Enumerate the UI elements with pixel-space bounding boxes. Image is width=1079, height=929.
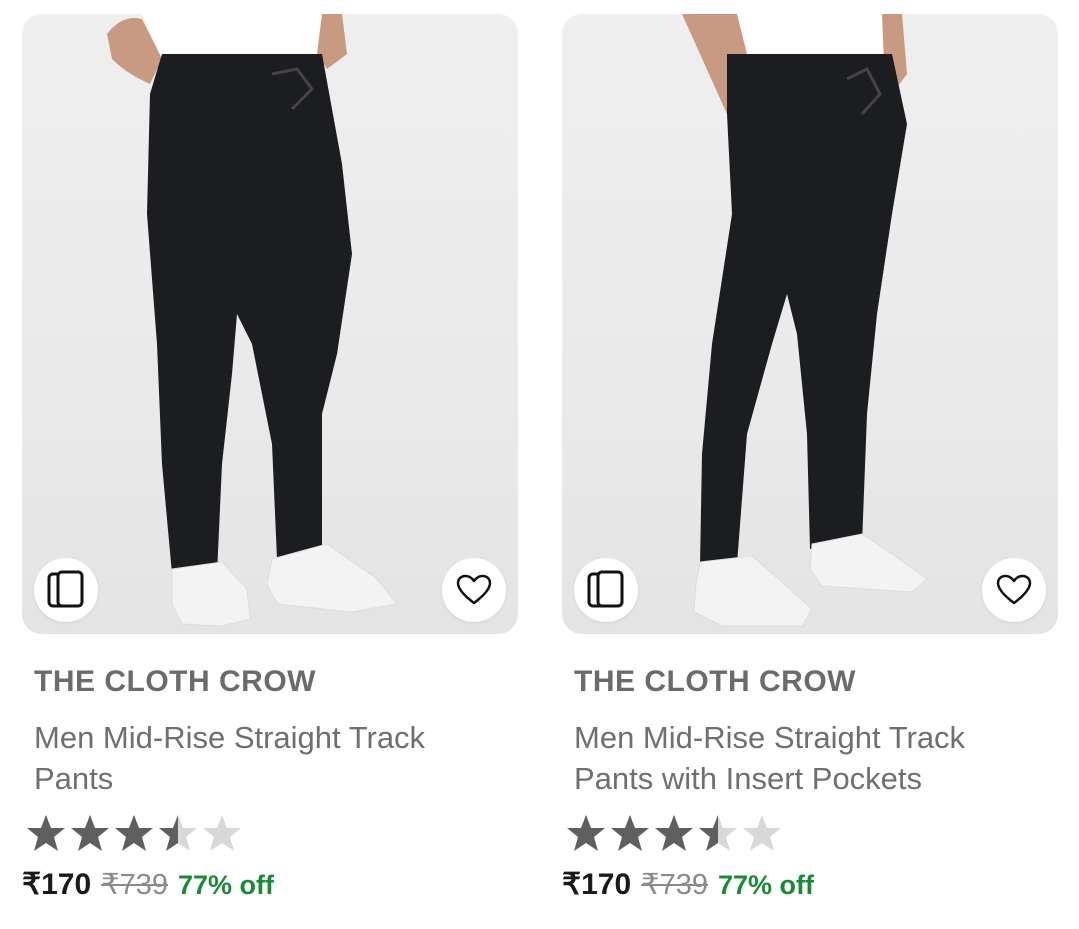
original-price: ₹739: [641, 869, 708, 901]
original-price: ₹739: [101, 869, 168, 901]
star-icon: [743, 815, 781, 851]
brand-name: THE CLOTH CROW: [574, 665, 856, 698]
star-half-icon: [159, 815, 197, 851]
star-icon: [611, 815, 649, 851]
star-icon: [655, 815, 693, 851]
wishlist-button[interactable]: [442, 558, 506, 622]
price-row: ₹170 ₹739 77% off: [22, 867, 518, 902]
rating-stars: [26, 813, 518, 855]
star-half-icon: [699, 815, 737, 851]
rating-stars: [566, 813, 1058, 855]
star-icon: [27, 815, 65, 851]
product-title[interactable]: Men Mid-Rise Straight Track Pants: [34, 717, 504, 799]
product-card[interactable]: THE CLOTH CROW Men Mid-Rise Straight Tra…: [22, 14, 518, 902]
product-image[interactable]: [562, 14, 1058, 634]
star-icon: [567, 815, 605, 851]
similar-products-button[interactable]: [34, 558, 98, 622]
discount-badge: 77% off: [717, 870, 815, 900]
product-photo: [682, 14, 928, 627]
selling-price: ₹170: [562, 868, 632, 901]
similar-products-icon: [587, 570, 624, 608]
similar-products-icon: [47, 570, 84, 608]
product-grid: THE CLOTH CROW Men Mid-Rise Straight Tra…: [0, 0, 1079, 929]
heart-icon: [996, 574, 1032, 605]
star-icon: [115, 815, 153, 851]
product-image[interactable]: [22, 14, 518, 634]
product-card[interactable]: THE CLOTH CROW Men Mid-Rise Straight Tra…: [562, 14, 1058, 902]
heart-icon: [456, 574, 492, 605]
star-icon: [203, 815, 241, 851]
wishlist-button[interactable]: [982, 558, 1046, 622]
product-photo: [107, 14, 398, 627]
selling-price: ₹170: [22, 868, 92, 901]
product-title[interactable]: Men Mid-Rise Straight Track Pants with I…: [574, 717, 1044, 799]
discount-badge: 77% off: [177, 870, 275, 900]
star-icon: [71, 815, 109, 851]
similar-products-button[interactable]: [574, 558, 638, 622]
brand-name: THE CLOTH CROW: [34, 665, 316, 698]
price-row: ₹170 ₹739 77% off: [562, 867, 1058, 902]
